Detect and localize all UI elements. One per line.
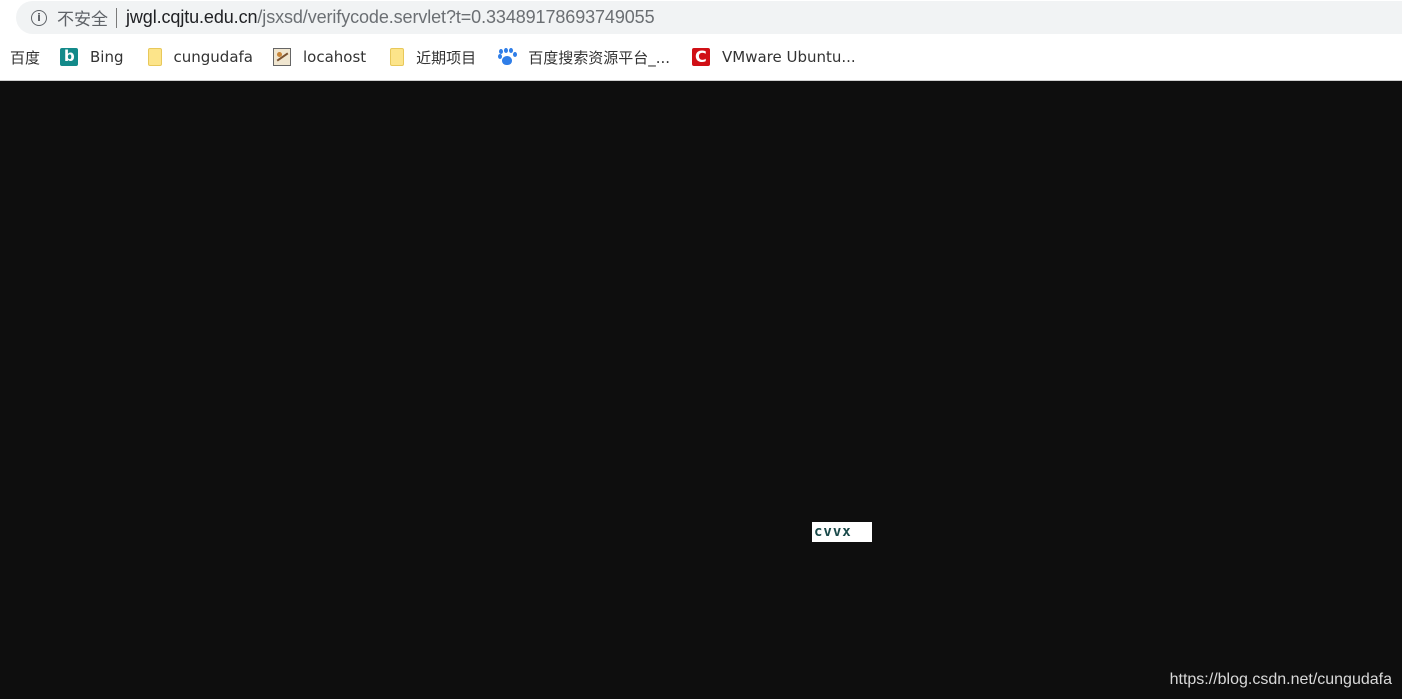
info-icon[interactable]: i <box>31 9 47 26</box>
bookmark-bing[interactable]: Bing <box>60 44 124 70</box>
bing-icon <box>60 47 79 66</box>
url-host: jwgl.cqjtu.edu.cn <box>126 7 258 27</box>
captcha-text: cvvx <box>814 524 852 540</box>
bookmark-label: 近期项目 <box>416 48 477 67</box>
baidu-paw-icon <box>498 48 516 66</box>
bookmark-baidu[interactable]: 百度 <box>10 44 40 70</box>
localhost-icon <box>273 48 291 66</box>
bookmark-label: cungudafa <box>173 48 253 66</box>
security-label[interactable]: 不安全 <box>57 5 108 30</box>
bookmark-baidu-resource[interactable]: 百度搜索资源平台_... <box>498 44 670 70</box>
csdn-icon <box>692 47 710 66</box>
bookmark-recent-projects[interactable]: 近期项目 <box>388 44 476 70</box>
folder-icon <box>147 48 162 66</box>
address-bar[interactable]: i 不安全 jwgl.cqjtu.edu.cn/jsxsd/verifycode… <box>16 1 1402 34</box>
bookmark-label: 百度搜索资源平台_... <box>528 48 670 67</box>
folder-icon <box>390 48 405 66</box>
page-content: cvvx https://blog.csdn.net/cungudafa <box>0 82 1402 699</box>
bookmark-label: Bing <box>90 48 124 66</box>
bookmark-label: locahost <box>303 48 367 66</box>
bookmark-label: VMware Ubuntu... <box>722 48 856 66</box>
bookmark-vmware-ubuntu[interactable]: VMware Ubuntu... <box>692 44 856 70</box>
watermark: https://blog.csdn.net/cungudafa <box>1169 671 1392 688</box>
bookmarks-bar: 百度 Bing cungudafa locahost 近期项目 百度搜索资源平台… <box>0 40 1402 74</box>
captcha-image: cvvx <box>812 522 872 542</box>
address-divider <box>116 7 117 28</box>
bookmark-locahost[interactable]: locahost <box>273 44 366 70</box>
browser-chrome: i 不安全 jwgl.cqjtu.edu.cn/jsxsd/verifycode… <box>0 0 1402 81</box>
url-path: /jsxsd/verifycode.servlet?t=0.3348917869… <box>257 7 655 27</box>
url-text[interactable]: jwgl.cqjtu.edu.cn/jsxsd/verifycode.servl… <box>126 7 655 28</box>
bookmark-cungudafa[interactable]: cungudafa <box>146 44 253 70</box>
bookmark-label: 百度 <box>10 48 41 67</box>
